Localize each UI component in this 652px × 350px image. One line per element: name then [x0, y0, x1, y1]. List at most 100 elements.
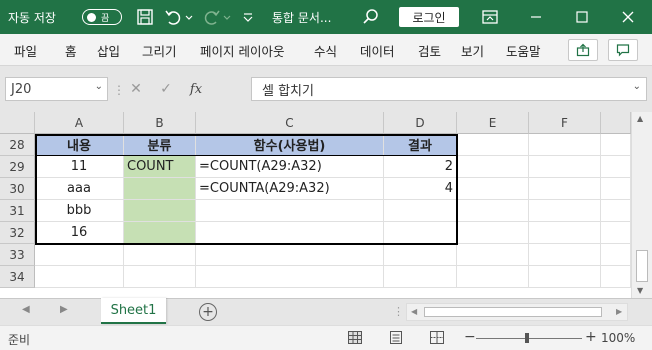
cell-g31[interactable]: [601, 200, 631, 222]
redo-icon[interactable]: [203, 8, 221, 26]
chevron-down-icon[interactable]: ⌄: [95, 81, 103, 92]
tab-insert[interactable]: 삽입: [97, 34, 120, 66]
row-header-34[interactable]: 34: [0, 266, 35, 288]
save-icon[interactable]: [136, 8, 154, 26]
cell-d32[interactable]: [384, 222, 457, 244]
scroll-up-icon[interactable]: ▲: [637, 114, 643, 123]
column-header-c[interactable]: C: [196, 112, 384, 134]
prev-sheet-icon[interactable]: ◀: [22, 304, 30, 315]
cell-a28[interactable]: 내용: [35, 134, 124, 156]
close-icon[interactable]: [619, 8, 637, 26]
cell-d34[interactable]: [384, 266, 457, 288]
column-header-g[interactable]: [601, 112, 631, 134]
maximize-icon[interactable]: [573, 8, 591, 26]
cell-b29[interactable]: COUNT: [124, 156, 196, 178]
document-title[interactable]: 통합 문서...: [272, 0, 331, 34]
sheet-tab-sheet1[interactable]: Sheet1: [101, 298, 166, 324]
cell-a34[interactable]: [35, 266, 124, 288]
tab-data[interactable]: 데이터: [360, 34, 395, 66]
formula-input[interactable]: 셀 합치기 ⌄: [251, 77, 647, 101]
column-header-d[interactable]: D: [384, 112, 457, 134]
cell-c31[interactable]: [196, 200, 384, 222]
tab-view[interactable]: 보기: [461, 34, 484, 66]
enter-icon[interactable]: ✓: [151, 81, 181, 97]
share-button[interactable]: [568, 39, 598, 61]
column-header-e[interactable]: E: [457, 112, 529, 134]
page-break-view-icon[interactable]: [430, 331, 444, 344]
cell-f28[interactable]: [529, 134, 601, 156]
zoom-in-icon[interactable]: +: [585, 329, 597, 345]
cell-e31[interactable]: [457, 200, 529, 222]
cell-b28[interactable]: 분류: [124, 134, 196, 156]
horizontal-scroll-thumb[interactable]: [424, 307, 602, 317]
cell-d33[interactable]: [384, 244, 457, 266]
cell-c29[interactable]: =COUNT(A29:A32): [196, 156, 384, 178]
vertical-scroll-thumb[interactable]: [636, 250, 648, 282]
cell-d28[interactable]: 결과: [384, 134, 457, 156]
expand-formula-bar-icon[interactable]: ⌄: [633, 81, 641, 92]
cell-g30[interactable]: [601, 178, 631, 200]
cell-c33[interactable]: [196, 244, 384, 266]
zoom-out-icon[interactable]: −: [464, 329, 476, 345]
add-sheet-icon[interactable]: +: [199, 303, 217, 321]
cell-b31[interactable]: [124, 200, 196, 222]
cell-g32[interactable]: [601, 222, 631, 244]
cell-e30[interactable]: [457, 178, 529, 200]
tab-home[interactable]: 홈: [65, 34, 77, 66]
column-header-a[interactable]: A: [35, 112, 124, 134]
cell-b34[interactable]: [124, 266, 196, 288]
cell-a33[interactable]: [35, 244, 124, 266]
row-header-29[interactable]: 29: [0, 156, 35, 178]
cell-d30[interactable]: 4: [384, 178, 457, 200]
row-header-28[interactable]: 28: [0, 134, 35, 156]
cell-g28[interactable]: [601, 134, 631, 156]
page-layout-view-icon[interactable]: [389, 331, 403, 344]
vertical-scrollbar[interactable]: ▲ ▼: [631, 112, 652, 298]
comments-button[interactable]: [608, 39, 638, 61]
select-all-corner[interactable]: [0, 112, 35, 134]
scroll-right-icon[interactable]: ▶: [616, 307, 622, 316]
tab-page-layout[interactable]: 페이지 레이아웃: [200, 34, 284, 66]
tab-review[interactable]: 검토: [418, 34, 441, 66]
cell-f32[interactable]: [529, 222, 601, 244]
cell-a30[interactable]: aaa: [35, 178, 124, 200]
column-header-f[interactable]: F: [529, 112, 601, 134]
tab-draw[interactable]: 그리기: [142, 34, 177, 66]
cell-e33[interactable]: [457, 244, 529, 266]
cell-f30[interactable]: [529, 178, 601, 200]
cell-c32[interactable]: [196, 222, 384, 244]
cell-d29[interactable]: 2: [384, 156, 457, 178]
scroll-down-icon[interactable]: ▼: [637, 286, 643, 295]
cell-a32[interactable]: 16: [35, 222, 124, 244]
row-header-30[interactable]: 30: [0, 178, 35, 200]
cell-a29[interactable]: 11: [35, 156, 124, 178]
cell-b32[interactable]: [124, 222, 196, 244]
redo-dropdown-icon[interactable]: [222, 8, 232, 26]
row-header-31[interactable]: 31: [0, 200, 35, 222]
row-header-33[interactable]: 33: [0, 244, 35, 266]
zoom-slider-knob[interactable]: [525, 333, 529, 343]
horizontal-scrollbar[interactable]: ◀ ▶: [406, 303, 628, 321]
cell-b30[interactable]: [124, 178, 196, 200]
cell-e28[interactable]: [457, 134, 529, 156]
zoom-level[interactable]: 100%: [601, 331, 635, 345]
cancel-icon[interactable]: ✕: [121, 81, 151, 97]
cell-f33[interactable]: [529, 244, 601, 266]
cell-f31[interactable]: [529, 200, 601, 222]
cell-f34[interactable]: [529, 266, 601, 288]
login-button[interactable]: 로그인: [399, 7, 459, 27]
cell-e29[interactable]: [457, 156, 529, 178]
row-header-32[interactable]: 32: [0, 222, 35, 244]
cell-d31[interactable]: [384, 200, 457, 222]
cell-c34[interactable]: [196, 266, 384, 288]
customize-toolbar-icon[interactable]: [242, 8, 254, 26]
cell-f29[interactable]: [529, 156, 601, 178]
undo-dropdown-icon[interactable]: [184, 8, 194, 26]
zoom-slider[interactable]: [476, 333, 582, 343]
cell-e34[interactable]: [457, 266, 529, 288]
insert-function-icon[interactable]: fx: [181, 82, 211, 97]
ribbon-display-options-icon[interactable]: [481, 8, 499, 26]
tab-formulas[interactable]: 수식: [314, 34, 337, 66]
cell-b33[interactable]: [124, 244, 196, 266]
column-header-b[interactable]: B: [124, 112, 196, 134]
